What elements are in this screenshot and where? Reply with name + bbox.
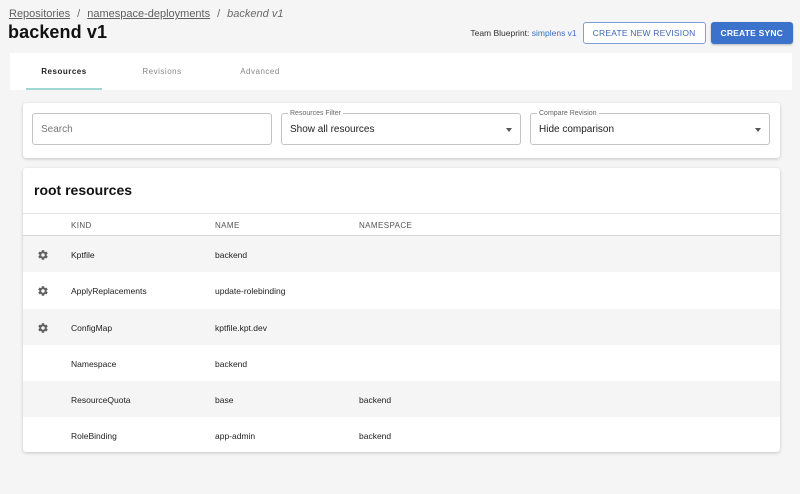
- compare-revision-value: Hide comparison: [539, 124, 615, 135]
- cell-namespace: backend: [359, 431, 392, 442]
- search-input[interactable]: [33, 114, 271, 144]
- cell-kind: Namespace: [71, 358, 117, 369]
- team-blueprint-link[interactable]: simplens v1: [532, 28, 577, 38]
- create-new-revision-button[interactable]: CREATE NEW REVISION: [582, 22, 706, 44]
- breadcrumb-namespace-deployments-link[interactable]: namespace-deployments: [87, 8, 210, 20]
- cell-name: backend: [215, 250, 248, 260]
- resources-filter-value: Show all resources: [290, 124, 375, 135]
- table-row[interactable]: RoleBinding app-admin backend: [23, 417, 780, 452]
- compare-revision-select[interactable]: Compare Revision Hide comparison: [530, 109, 770, 145]
- gear-icon[interactable]: [37, 321, 49, 333]
- cell-name: kptfile.kpt.dev: [215, 322, 267, 333]
- tab-advanced[interactable]: Advanced: [222, 53, 298, 90]
- column-header-kind: KIND: [71, 221, 92, 230]
- filter-card: Resources Filter Show all resources Comp…: [23, 103, 780, 158]
- team-blueprint: Team Blueprint: simplens v1: [470, 28, 576, 38]
- caret-down-icon: [506, 128, 512, 132]
- cell-name: backend: [215, 358, 248, 369]
- table-row[interactable]: ResourceQuota base backend: [23, 381, 780, 418]
- resources-filter-label: Resources Filter: [288, 109, 343, 118]
- gear-icon[interactable]: [37, 248, 49, 260]
- table-row[interactable]: ConfigMap kptfile.kpt.dev: [23, 308, 780, 345]
- tab-revisions[interactable]: Revisions: [124, 53, 200, 90]
- gear-icon[interactable]: [37, 284, 49, 297]
- cell-name: update-rolebinding: [215, 286, 286, 297]
- resources-card: root resources KIND NAME NAMESPACE Kptfi…: [23, 168, 780, 452]
- team-blueprint-label: Team Blueprint:: [470, 28, 530, 38]
- table-header: KIND NAME NAMESPACE: [23, 213, 780, 236]
- cell-name: app-admin: [215, 431, 256, 442]
- table-row[interactable]: ApplyReplacements update-rolebinding: [23, 272, 780, 308]
- breadcrumb-current: backend v1: [227, 8, 284, 20]
- search-field: [32, 113, 272, 145]
- create-sync-button[interactable]: CREATE SYNC: [710, 22, 793, 44]
- tab-resources[interactable]: Resources: [26, 53, 102, 90]
- caret-down-icon: [755, 128, 761, 132]
- cell-kind: ResourceQuota: [71, 395, 131, 406]
- column-header-name: NAME: [215, 221, 240, 230]
- cell-name: base: [215, 395, 234, 406]
- cell-kind: ApplyReplacements: [71, 286, 147, 297]
- breadcrumb: Repositories / namespace-deployments / b…: [9, 8, 283, 20]
- compare-revision-label: Compare Revision: [537, 109, 599, 118]
- tabs-bar: Resources Revisions Advanced: [10, 53, 792, 90]
- resources-title: root resources: [34, 182, 133, 198]
- cell-kind: Kptfile: [71, 250, 95, 260]
- breadcrumb-repositories-link[interactable]: Repositories: [9, 8, 70, 20]
- cell-kind: RoleBinding: [71, 431, 117, 442]
- cell-namespace: backend: [359, 395, 392, 406]
- header-actions: Team Blueprint: simplens v1 CREATE NEW R…: [470, 22, 793, 44]
- table-row[interactable]: Kptfile backend: [23, 236, 780, 273]
- page-title: backend v1: [8, 22, 108, 42]
- cell-kind: ConfigMap: [71, 322, 113, 333]
- resources-filter-select[interactable]: Resources Filter Show all resources: [281, 109, 521, 145]
- breadcrumb-separator: /: [77, 8, 81, 20]
- breadcrumb-separator: /: [217, 8, 221, 20]
- resources-table: KIND NAME NAMESPACE Kptfile backend ApplyR…: [23, 213, 780, 452]
- column-header-namespace: NAMESPACE: [359, 221, 413, 230]
- table-row[interactable]: Namespace backend: [23, 345, 780, 381]
- table-body: Kptfile backend ApplyReplacements update-ro…: [23, 236, 780, 452]
